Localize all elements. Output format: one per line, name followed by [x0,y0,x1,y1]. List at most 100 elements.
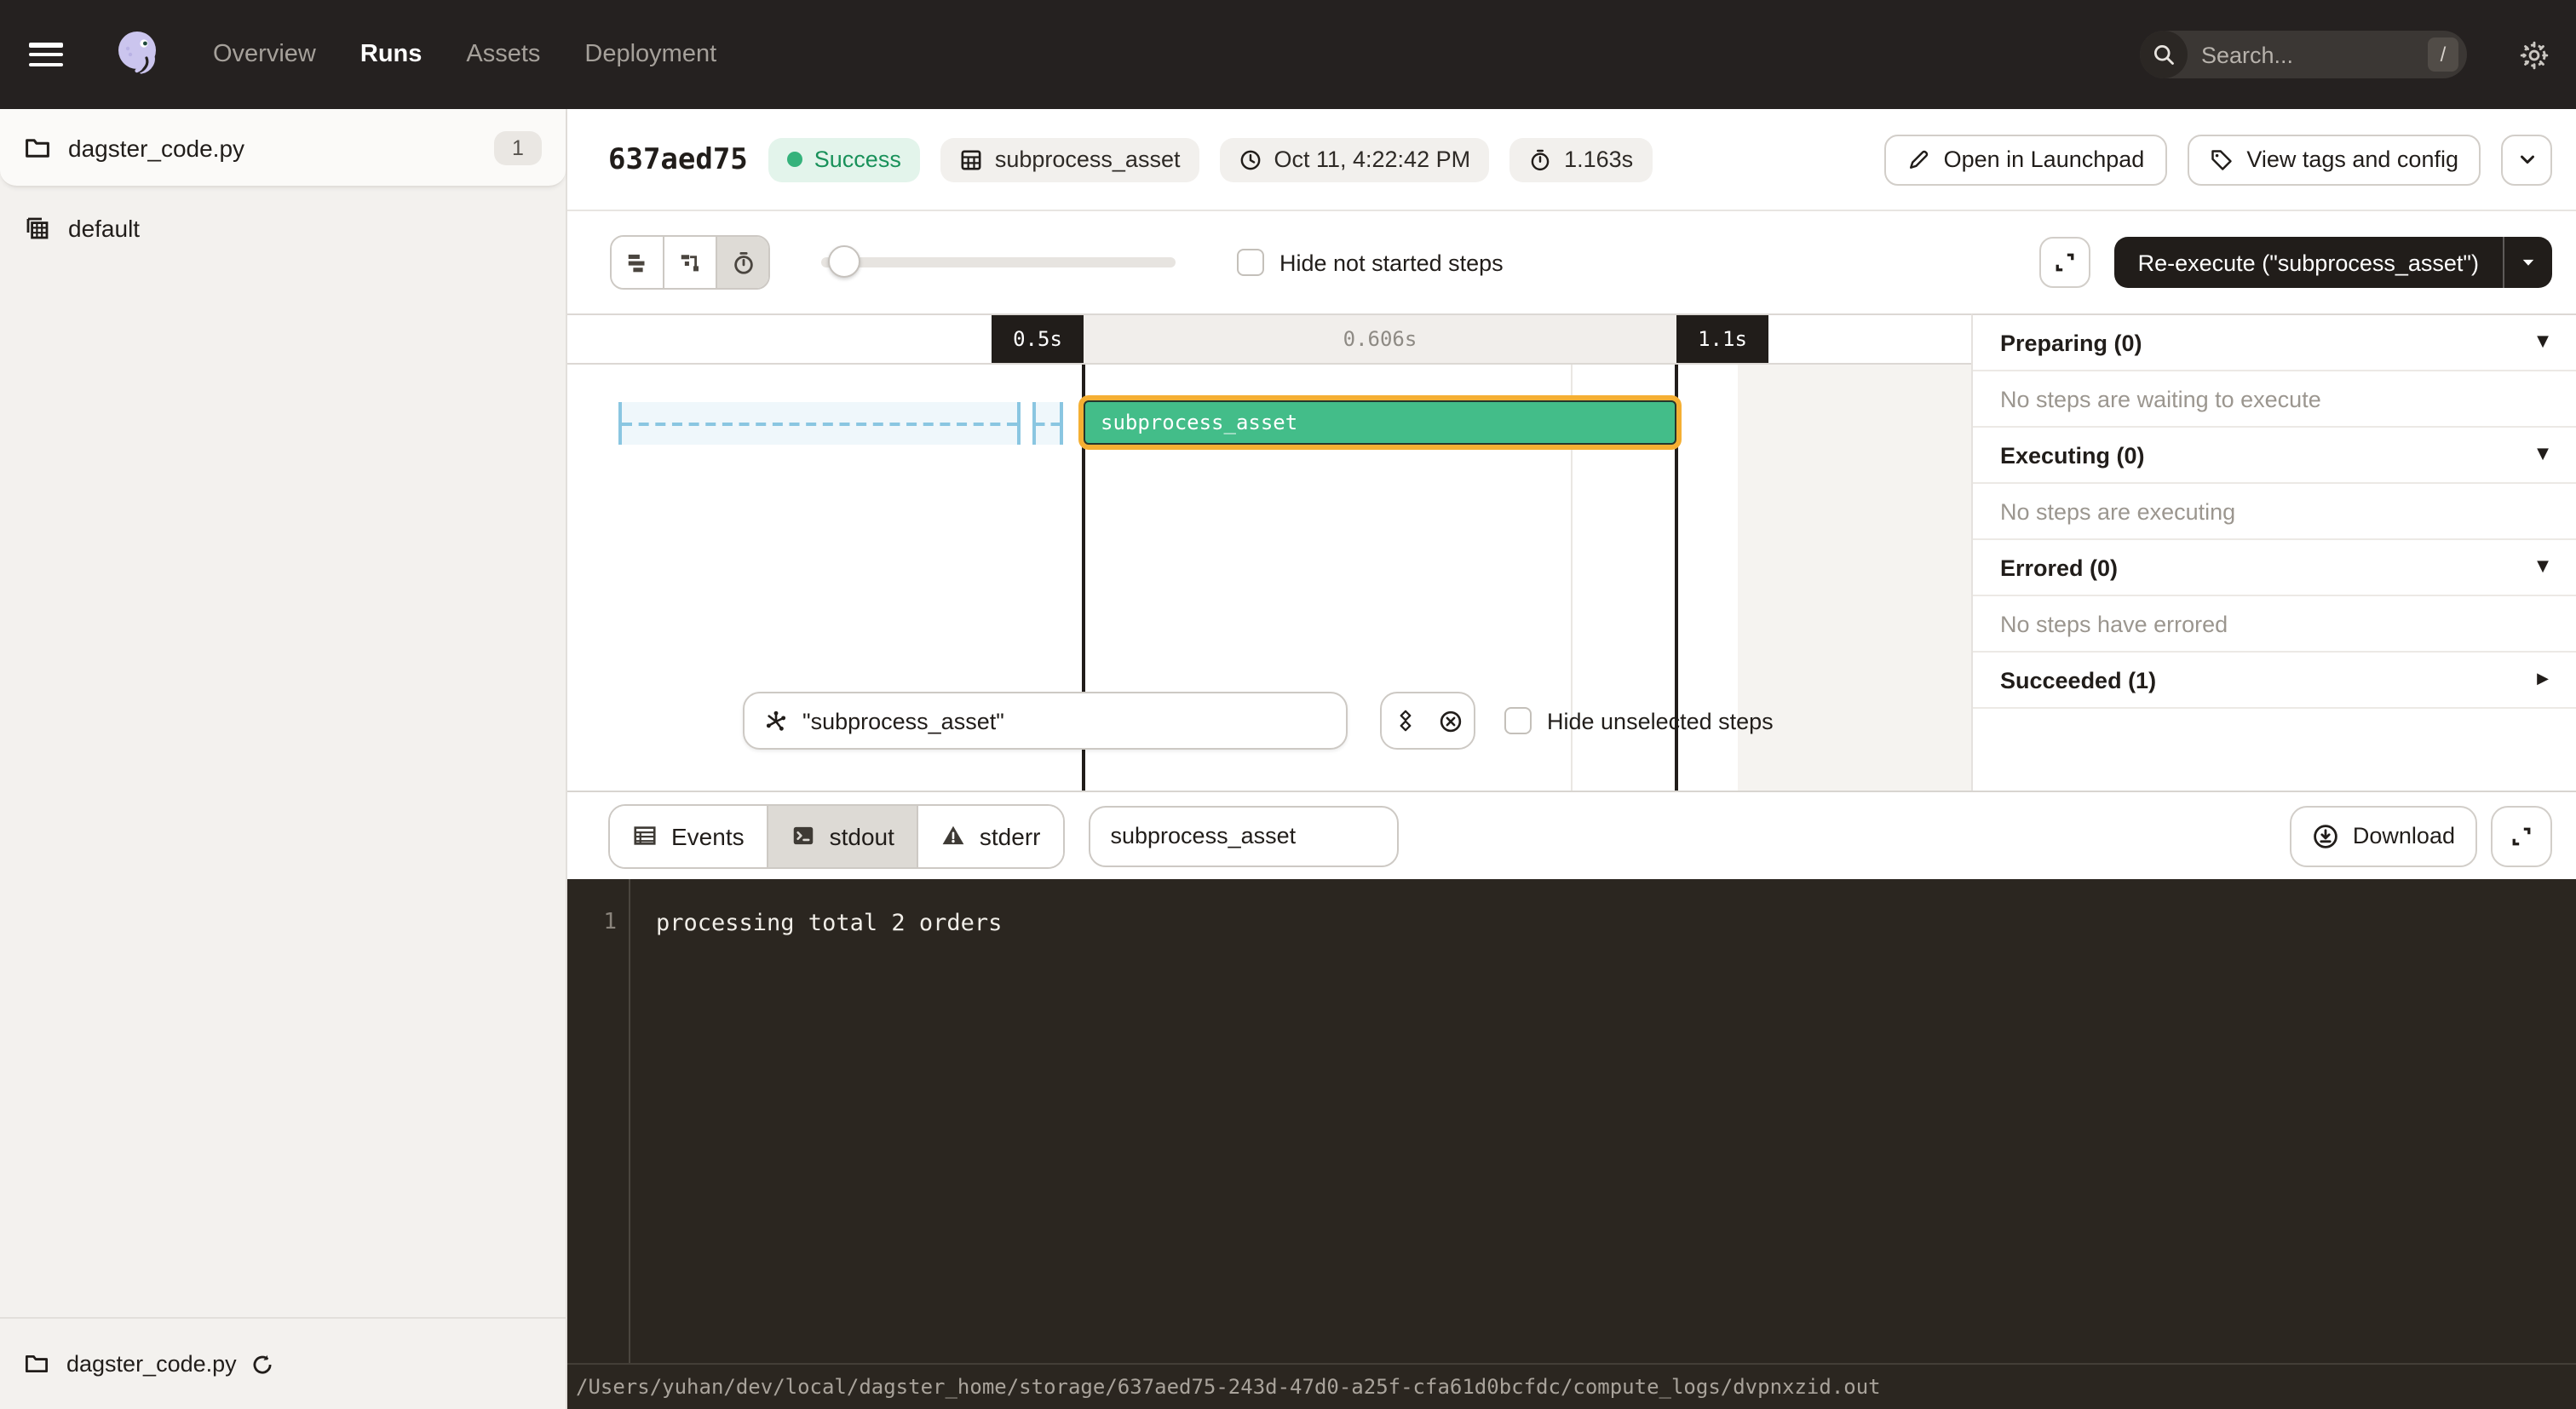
expand-selection-button[interactable] [1382,693,1428,748]
clear-selection-button[interactable] [1428,693,1474,748]
gantt-toolbar: Hide not started steps Re-execute ("subp… [567,211,2576,313]
tab-stdout[interactable]: stdout [768,805,918,866]
stopwatch-icon [1528,147,1552,171]
section-succeeded[interactable]: Succeeded (1)▶ [1973,653,2576,709]
section-executing-empty: No steps are executing [1973,484,2576,540]
diamond-stack-icon [1393,709,1417,733]
open-in-launchpad-button[interactable]: Open in Launchpad [1884,134,2167,185]
search-input[interactable]: Search... / [2140,31,2467,78]
section-executing[interactable]: Executing (0)▼ [1973,428,2576,484]
nav-item-runs[interactable]: Runs [360,41,423,68]
waiting-span [618,402,1021,445]
section-preparing-empty: No steps are waiting to execute [1973,371,2576,428]
tag-icon [2209,147,2233,171]
code-location-label: dagster_code.py [68,134,494,161]
view-flat-button[interactable] [612,237,664,288]
log-line: processing total 2 orders [656,910,1002,937]
caret-down-icon: ▼ [2537,334,2549,351]
hide-unselected-checkbox-row[interactable]: Hide unselected steps [1504,707,1774,734]
gantt-canvas[interactable]: subprocess_asset "subprocess_asset" [567,365,1971,791]
footer-code-location-label: dagster_code.py [66,1351,237,1377]
warning-icon [940,823,966,848]
sidebar: dagster_code.py 1 default dagster_code.p… [0,109,567,1409]
slider-track [821,257,1176,267]
hide-not-started-label: Hide not started steps [1279,250,1504,275]
gantt-filter-bar: "subprocess_asset" Hide unselected steps [743,692,1774,750]
status-dot-icon [787,152,802,167]
dagster-logo-icon[interactable] [109,26,167,83]
top-nav: Overview Runs Assets Deployment Search..… [0,0,2576,109]
section-errored-empty: No steps have errored [1973,596,2576,653]
caret-down-icon: ▼ [2537,559,2549,576]
reload-icon[interactable] [250,1352,274,1376]
gantt-fullscreen-button[interactable] [2039,237,2090,288]
tab-events[interactable]: Events [610,805,768,866]
step-status-panel: Preparing (0)▼ No steps are waiting to e… [1971,313,2576,791]
search-shortcut-key: / [2428,37,2458,72]
axis-marker-end: 1.1s [1676,315,1768,363]
sidebar-item-repo-default[interactable]: default [0,196,566,261]
reexecute-button[interactable]: Re-execute ("subprocess_asset") [2114,237,2552,288]
log-step-filter-input[interactable]: subprocess_asset [1089,805,1399,866]
run-header: 637aed75 Success subprocess_asset Oct 11… [567,109,2576,211]
caret-down-icon: ▼ [2537,446,2549,463]
timestamp-tag[interactable]: Oct 11, 4:22:42 PM [1219,137,1489,181]
caret-right-icon: ▶ [2537,671,2549,688]
hide-not-started-checkbox-row[interactable]: Hide not started steps [1237,249,1504,276]
section-preparing[interactable]: Preparing (0)▼ [1973,315,2576,371]
folder-icon [24,134,51,161]
expand-icon [2510,824,2533,848]
waiting-span [1032,402,1063,445]
selection-span: 0.606s [1084,315,1676,363]
menu-icon[interactable] [29,43,63,66]
clear-circle-icon [1438,708,1463,733]
download-button[interactable]: Download [2290,805,2477,866]
sidebar-item-code-location[interactable]: dagster_code.py 1 [0,109,566,187]
dagster-run-page: Overview Runs Assets Deployment Search..… [0,0,2576,1409]
checkbox-icon[interactable] [1504,707,1532,734]
axis-marker-start: 0.5s [992,315,1084,363]
reexecute-dropdown[interactable] [2503,237,2552,288]
section-errored[interactable]: Errored (0)▼ [1973,540,2576,596]
caret-down-icon [2520,254,2537,271]
gantt-time-axis: 0.606s 0.5s 1.1s [567,313,1971,365]
step-selector-input[interactable]: "subprocess_asset" [743,692,1348,750]
view-waterfall-button[interactable] [664,237,717,288]
log-filter-value: subprocess_asset [1111,823,1297,848]
folder-icon [24,1351,49,1377]
gear-icon[interactable] [2518,38,2550,71]
nav-links: Overview Runs Assets Deployment [213,41,716,68]
checkbox-icon[interactable] [1237,249,1264,276]
table-icon [632,823,658,848]
terminal-icon [791,823,816,848]
gantt-view-mode-group [610,235,770,290]
step-selector-value: "subprocess_asset" [802,708,1004,733]
more-actions-button[interactable] [2501,134,2552,185]
op-selector-icon [763,708,789,733]
pencil-icon [1906,147,1930,171]
view-timed-button[interactable] [717,237,768,288]
gantt-zoom-slider[interactable] [821,245,1176,279]
search-placeholder: Search... [2201,42,2428,67]
line-number-gutter: 1 [567,879,630,1363]
reexecute-label[interactable]: Re-execute ("subprocess_asset") [2114,237,2503,288]
sidebar-footer: dagster_code.py [0,1317,566,1409]
slider-thumb[interactable] [828,245,860,278]
view-tags-config-button[interactable]: View tags and config [2187,134,2481,185]
run-id: 637aed75 [608,142,748,176]
search-icon [2140,31,2188,78]
log-file-path: /Users/yuhan/dev/local/dagster_home/stor… [567,1363,2576,1409]
repo-grid-icon [24,215,51,242]
nav-item-overview[interactable]: Overview [213,41,316,68]
repo-label: default [68,215,140,242]
download-icon [2312,822,2339,849]
nav-item-assets[interactable]: Assets [466,41,540,68]
selector-actions [1380,692,1475,750]
nav-item-deployment[interactable]: Deployment [584,41,716,68]
log-viewer[interactable]: 1 processing total 2 orders [567,879,2576,1363]
tab-stderr[interactable]: stderr [918,805,1063,866]
gantt-step-bar[interactable]: subprocess_asset [1084,400,1676,445]
duration-tag[interactable]: 1.163s [1509,137,1652,181]
log-fullscreen-button[interactable] [2491,805,2552,866]
asset-tag[interactable]: subprocess_asset [940,137,1199,181]
